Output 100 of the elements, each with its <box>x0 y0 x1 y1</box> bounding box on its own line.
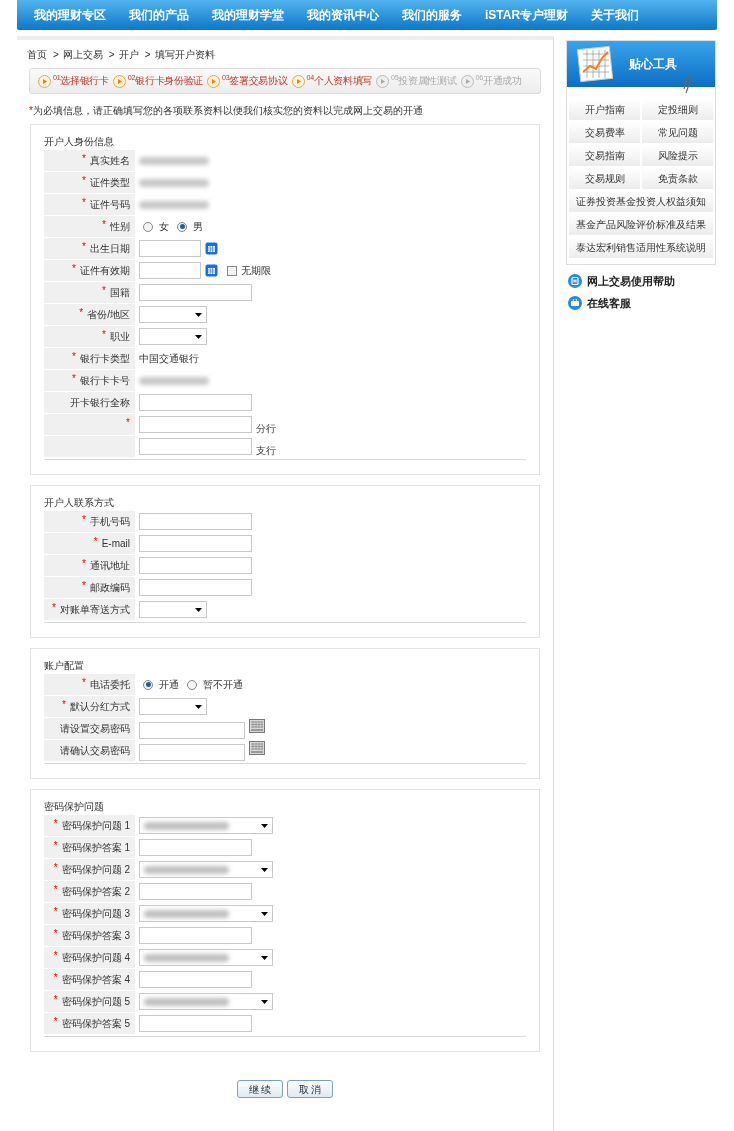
blurred-text <box>139 178 209 187</box>
dropdown[interactable] <box>139 905 273 922</box>
step-label: $^{05}$投资属性测试 <box>391 73 457 88</box>
password-field[interactable] <box>139 743 245 761</box>
form-button[interactable]: 继 续 <box>237 1080 283 1098</box>
field-label: 手机号码 <box>90 515 130 529</box>
keyboard-icon[interactable] <box>249 740 265 755</box>
text-field[interactable] <box>139 883 252 900</box>
text-field[interactable] <box>139 579 252 596</box>
tool-link[interactable]: 证券投资基金投资人权益须知 <box>569 191 713 212</box>
field-label: 密码保护答案 5 <box>61 1017 130 1031</box>
field-label: 密码保护答案 1 <box>61 841 130 855</box>
required-mark: * <box>53 861 58 875</box>
required-mark: * <box>53 839 58 853</box>
text-field[interactable] <box>139 927 252 944</box>
field-value: 中国交通银行 <box>139 352 199 366</box>
form-button[interactable]: 取 消 <box>287 1080 333 1098</box>
dropdown[interactable] <box>139 993 273 1010</box>
required-mark: * <box>72 372 76 386</box>
field-label: 银行卡卡号 <box>80 374 130 388</box>
text-field[interactable] <box>139 1015 252 1032</box>
required-mark: * <box>62 698 66 712</box>
field-label: E-mail <box>101 537 130 551</box>
field-label: 电话委托 <box>90 678 130 692</box>
password-field[interactable] <box>139 721 245 739</box>
section-title: 开户人联系方式 <box>44 496 115 510</box>
breadcrumb-link[interactable]: 网上交易 <box>62 46 103 62</box>
field-label: 默认分红方式 <box>70 700 130 714</box>
required-mark: * <box>29 103 33 118</box>
dropdown[interactable] <box>139 698 207 715</box>
breadcrumb-link[interactable]: 开户 <box>118 46 139 62</box>
tool-link[interactable]: 风险提示 <box>642 145 713 166</box>
radio-option[interactable]: 暂不开通 <box>187 677 243 692</box>
text-field[interactable] <box>139 438 252 455</box>
required-mark: * <box>53 905 58 919</box>
field-label: 密码保护问题 4 <box>61 951 130 965</box>
field-label: 性别 <box>110 220 130 234</box>
required-mark: * <box>82 557 86 571</box>
field-label: 银行卡类型 <box>80 352 130 366</box>
date-field[interactable] <box>139 262 201 279</box>
required-mark: * <box>72 262 76 276</box>
text-field[interactable] <box>139 513 252 530</box>
required-mark: * <box>53 927 58 941</box>
play-icon <box>207 74 221 88</box>
required-mark: * <box>82 240 86 254</box>
step-label: $^{04}$个人资料填写 <box>306 73 373 88</box>
breadcrumb-link[interactable]: 填写开户资料 <box>154 46 215 62</box>
text-field[interactable] <box>139 839 252 856</box>
dropdown[interactable] <box>139 817 273 834</box>
radio-option[interactable]: 男 <box>177 219 203 234</box>
tool-link[interactable]: 交易指南 <box>569 145 640 166</box>
text-field[interactable] <box>139 971 252 988</box>
required-mark: * <box>82 174 86 188</box>
tool-link[interactable]: 定投细则 <box>642 99 713 120</box>
tool-link[interactable]: 泰达宏利销售适用性系统说明 <box>569 237 713 258</box>
dropdown[interactable] <box>139 306 207 323</box>
help-icon <box>568 274 582 289</box>
field-label: 密码保护问题 3 <box>61 907 130 921</box>
tool-link[interactable]: 开户指南 <box>569 99 640 120</box>
required-mark: * <box>82 579 86 593</box>
date-field[interactable] <box>139 240 201 257</box>
field-suffix: 支行 <box>256 444 276 458</box>
field-label: 通讯地址 <box>90 559 130 573</box>
section-title: 密码保护问题 <box>44 800 105 814</box>
calendar-icon[interactable] <box>205 264 218 277</box>
field-label: 请设置交易密码 <box>60 722 130 736</box>
caret-icon <box>195 334 202 339</box>
text-field[interactable] <box>139 557 252 574</box>
breadcrumb-link[interactable]: 首页 <box>27 46 47 62</box>
text-field[interactable] <box>139 284 252 301</box>
required-mark: * <box>82 513 86 527</box>
caret-icon <box>195 704 202 709</box>
dropdown[interactable] <box>139 949 273 966</box>
radio-option[interactable]: 开通 <box>143 677 179 692</box>
keyboard-icon[interactable] <box>249 718 265 733</box>
required-mark: * <box>102 284 106 298</box>
radio-option[interactable]: 女 <box>143 219 169 234</box>
checkbox-option[interactable]: 无期限 <box>227 263 271 278</box>
dropdown[interactable] <box>139 861 273 878</box>
text-field[interactable] <box>139 535 252 552</box>
required-mark: * <box>72 350 76 364</box>
calendar-icon[interactable] <box>205 242 218 255</box>
text-field[interactable] <box>139 416 252 433</box>
dropdown[interactable] <box>139 601 207 618</box>
required-mark: * <box>82 676 86 690</box>
field-label: 省份/地区 <box>87 308 130 322</box>
breadcrumb-separator: > <box>108 47 115 62</box>
required-mark: * <box>52 601 56 615</box>
field-suffix: 分行 <box>256 422 276 436</box>
help-link[interactable]: 网上交易使用帮助 <box>568 273 716 290</box>
caret-icon <box>195 607 202 612</box>
chat-icon <box>568 295 582 310</box>
field-label: 职业 <box>110 330 130 344</box>
caret-icon <box>261 911 268 916</box>
play-icon <box>376 74 390 88</box>
help-link[interactable]: 在线客服 <box>568 294 716 311</box>
text-field[interactable] <box>139 394 252 411</box>
field-label: 请确认交易密码 <box>60 744 130 758</box>
dropdown[interactable] <box>139 328 207 345</box>
caret-icon <box>261 867 268 872</box>
